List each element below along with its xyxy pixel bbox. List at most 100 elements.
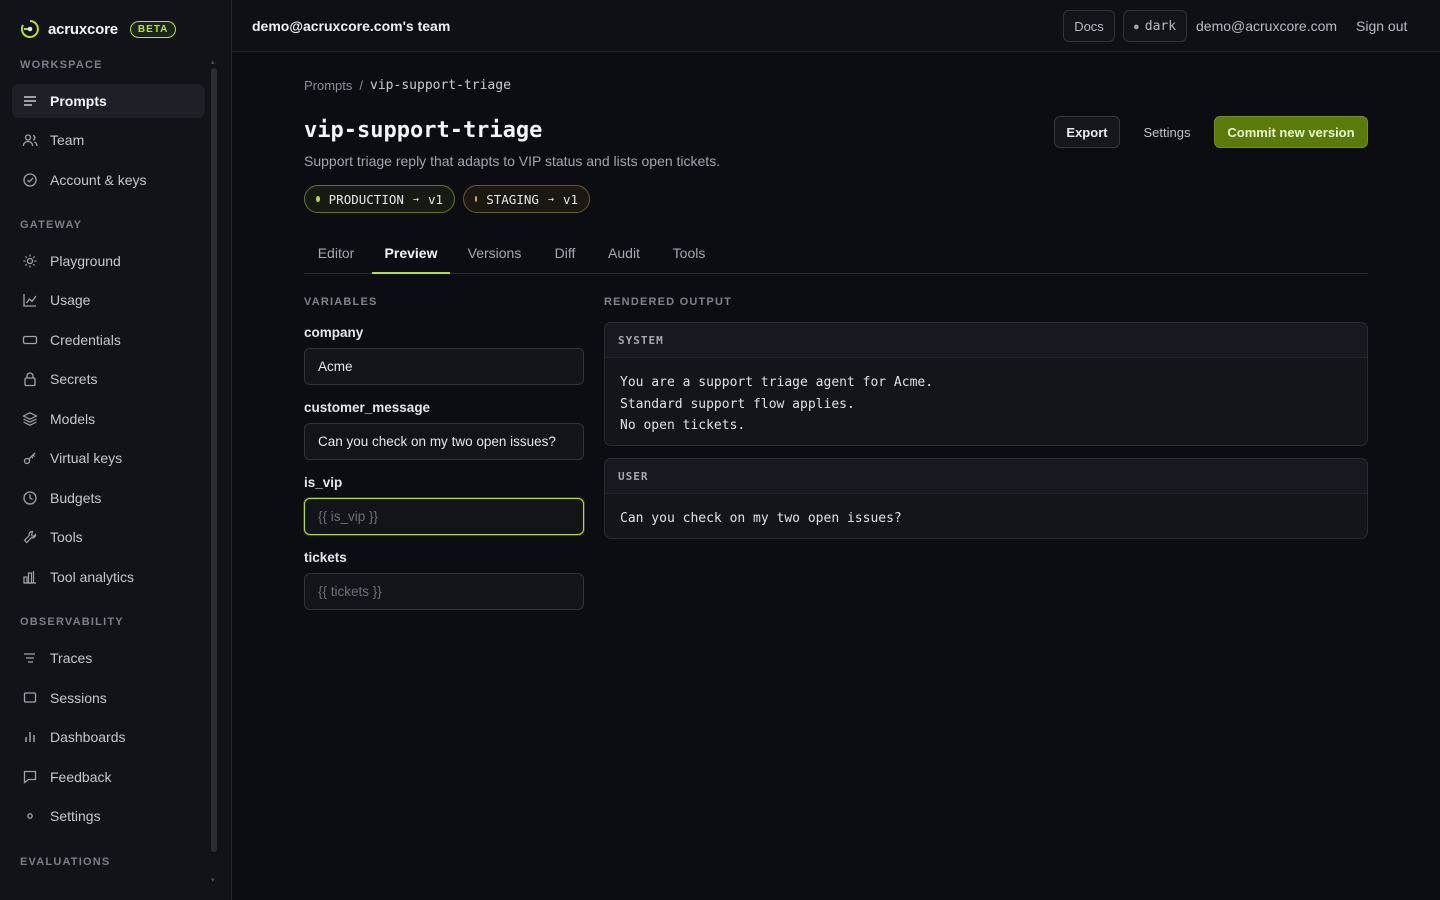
sidebar-item-prompts[interactable]: Prompts (12, 84, 205, 118)
sidebar-item-feedback[interactable]: Feedback (12, 760, 205, 794)
sidebar-item-label: Traces (50, 650, 93, 666)
status-dot-icon (475, 196, 478, 202)
tab-tools[interactable]: Tools (661, 238, 717, 274)
sidebar-item-label: Budgets (50, 490, 102, 506)
section-evaluations: EVALUATIONS (20, 856, 111, 868)
sidebar-item-playground[interactable]: Playground (12, 244, 205, 278)
docs-button[interactable]: Docs (1063, 10, 1115, 42)
sidebar-item-label: Playground (50, 253, 121, 269)
breadcrumb: Prompts / vip-support-triage (304, 78, 511, 93)
bars-icon (25, 732, 35, 742)
square-icon (23, 692, 37, 703)
gear-icon (27, 813, 33, 819)
sidebar-item-label: Virtual keys (50, 450, 123, 466)
sidebar-item-virtual-keys[interactable]: Virtual keys (12, 441, 205, 475)
env-name: STAGING (486, 191, 539, 207)
env-badge-staging[interactable]: STAGING → v1 (463, 185, 590, 213)
sidebar-item-label: Feedback (50, 769, 112, 785)
sidebar-item-label: Sessions (50, 690, 107, 706)
env-version: v1 (562, 191, 578, 207)
sidebar-item-settings[interactable]: Settings (12, 799, 205, 833)
customer-message-input[interactable] (304, 423, 584, 460)
env-version: v1 (427, 191, 443, 207)
key-icon (23, 452, 36, 465)
settings-button[interactable]: Settings (1133, 116, 1201, 148)
sidebar-item-label: Tool analytics (50, 569, 135, 585)
sidebar-item-team[interactable]: Team (12, 123, 205, 157)
scroll-down-arrow-icon[interactable]: ▾ (211, 876, 217, 884)
variable-label-customer-message: customer_message (304, 400, 431, 415)
is-vip-input[interactable] (304, 498, 584, 535)
bar-chart-icon (23, 571, 36, 584)
brand[interactable]: acruxcore BETA (20, 17, 177, 41)
user-output-header: USER (605, 459, 1367, 494)
tab-audit[interactable]: Audit (597, 238, 651, 274)
variable-label-is-vip: is_vip (304, 475, 343, 490)
commit-new-version-button[interactable]: Commit new version (1214, 116, 1368, 148)
tab-editor[interactable]: Editor (304, 238, 368, 274)
tickets-input[interactable] (304, 573, 584, 610)
system-line: No open tickets. (620, 418, 746, 433)
sidebar-item-sessions[interactable]: Sessions (12, 681, 205, 715)
env-arrow: → (547, 193, 554, 205)
sidebar-item-label: Settings (50, 808, 101, 824)
variables-heading: VARIABLES (304, 296, 378, 308)
check-circle-icon (23, 173, 37, 187)
sidebar-item-tool-analytics[interactable]: Tool analytics (12, 560, 205, 594)
message-icon (23, 770, 37, 784)
lines-icon (24, 96, 36, 106)
rendered-output-heading: RENDERED OUTPUT (604, 296, 733, 308)
variable-label-company: company (304, 325, 364, 340)
env-name: PRODUCTION (328, 191, 404, 207)
sidebar-item-label: Models (50, 411, 96, 427)
moon-icon: ● (1133, 21, 1139, 31)
env-badge-production[interactable]: PRODUCTION → v1 (304, 185, 455, 213)
wrench-icon (23, 530, 37, 544)
sidebar-item-budgets[interactable]: Budgets (12, 481, 205, 515)
logo-icon (20, 20, 39, 38)
clock-icon (23, 491, 37, 505)
sidebar-item-account-keys[interactable]: Account & keys (12, 163, 205, 197)
status-dot-icon (316, 196, 320, 202)
system-output-body: You are a support triage agent for Acme.… (605, 358, 1367, 437)
variable-label-tickets: tickets (304, 550, 347, 565)
sidebar-item-label: Tools (50, 529, 83, 545)
tab-diff[interactable]: Diff (541, 238, 589, 274)
tab-preview[interactable]: Preview (372, 238, 450, 274)
sidebar-item-dashboards[interactable]: Dashboards (12, 720, 205, 754)
sidebar-item-credentials[interactable]: Credentials (12, 323, 205, 357)
env-arrow: → (412, 193, 419, 205)
beta-badge: BETA (129, 20, 177, 38)
brand-name: acruxcore (48, 20, 118, 38)
breadcrumb-current: vip-support-triage (370, 78, 511, 93)
lock-icon (24, 372, 36, 387)
scroll-up-arrow-icon[interactable]: ▴ (211, 58, 217, 66)
sidebar-scrollbar[interactable] (211, 68, 217, 852)
section-observability: OBSERVABILITY (20, 616, 124, 628)
layers-icon (22, 412, 38, 426)
page-title: vip-support-triage (304, 118, 543, 143)
user-line: Can you check on my two open issues? (620, 511, 902, 526)
sidebar-item-tools[interactable]: Tools (12, 520, 205, 554)
theme-toggle[interactable]: ● dark (1123, 10, 1187, 42)
tab-versions[interactable]: Versions (458, 238, 531, 274)
sidebar-item-models[interactable]: Models (12, 402, 205, 436)
company-input[interactable] (304, 348, 584, 385)
team-name[interactable]: demo@acruxcore.com's team (252, 18, 450, 34)
sidebar-item-usage[interactable]: Usage (12, 283, 205, 317)
theme-label: dark (1144, 18, 1177, 34)
sidebar-item-label: Usage (50, 292, 91, 308)
sidebar-item-traces[interactable]: Traces (12, 641, 205, 675)
export-button[interactable]: Export (1054, 116, 1120, 148)
sun-icon (23, 254, 37, 268)
sidebar-item-label: Account & keys (50, 172, 147, 188)
users-icon (22, 134, 38, 147)
system-output-card: SYSTEM You are a support triage agent fo… (604, 322, 1368, 446)
card-icon (22, 335, 38, 345)
system-output-header: SYSTEM (605, 323, 1367, 358)
sign-out-link[interactable]: Sign out (1356, 18, 1407, 34)
tab-bar: Editor Preview Versions Diff Audit Tools (304, 238, 1368, 274)
sidebar-item-label: Credentials (50, 332, 121, 348)
breadcrumb-prompts[interactable]: Prompts (304, 78, 352, 93)
sidebar-item-secrets[interactable]: Secrets (12, 362, 205, 396)
